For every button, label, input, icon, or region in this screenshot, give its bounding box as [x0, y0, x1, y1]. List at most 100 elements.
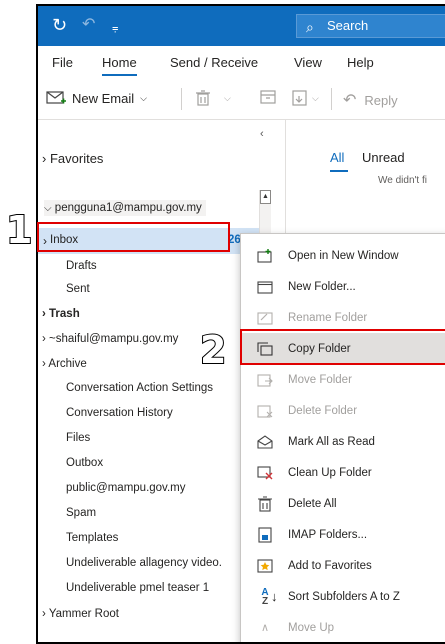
folder-item-undeliverable-allagency[interactable]: Undeliverable allagency video. — [66, 557, 222, 569]
ribbon: New Email ⌵ ⌵ ⌵ ↶ Reply — [38, 78, 445, 120]
scroll-up-button[interactable]: ▲ — [260, 190, 271, 204]
open-window-icon — [256, 247, 274, 265]
menu-item-label: Copy Folder — [288, 342, 351, 355]
chevron-right-icon: › — [43, 234, 47, 248]
folder-item-spam[interactable]: Spam — [66, 507, 96, 519]
menu-item-clean-up-folder[interactable]: Clean Up Folder — [241, 457, 445, 488]
menu-item-new-folder[interactable]: New Folder... — [241, 271, 445, 302]
clean-up-icon — [256, 464, 274, 482]
folder-item-inbox[interactable]: › Inbox 2620 — [38, 228, 259, 254]
menu-item-label: Sort Subfolders A to Z — [288, 590, 400, 603]
tab-send-receive[interactable]: Send / Receive — [170, 55, 258, 70]
account-label: pengguna1@mampu.gov.my — [54, 202, 202, 214]
folder-context-menu: Open in New Window New Folder... Rename … — [240, 233, 445, 642]
folder-item-sent[interactable]: Sent — [66, 283, 90, 295]
folder-item-archive[interactable]: › Archive — [42, 358, 87, 370]
search-icon: ⌕ — [306, 19, 314, 35]
folder-item-yammer-root[interactable]: › Yammer Root — [42, 608, 119, 620]
move-to-folder-icon — [292, 90, 307, 106]
shared-mailbox-label: ~shaiful@mampu.gov.my — [49, 333, 179, 345]
sort-arrow-icon: ↓ — [271, 589, 278, 604]
menu-item-imap-folders[interactable]: IMAP Folders... — [241, 519, 445, 550]
menu-item-mark-all-as-read[interactable]: Mark All as Read — [241, 426, 445, 457]
search-box[interactable]: ⌕ Search — [296, 14, 445, 38]
yammer-root-label: Yammer Root — [48, 608, 119, 620]
filter-unread-tab[interactable]: Unread — [362, 150, 405, 165]
folder-item-drafts[interactable]: Drafts — [66, 260, 97, 272]
filter-all-underline — [330, 170, 348, 172]
undo-icon[interactable]: ↶ — [82, 15, 95, 35]
rename-folder-icon — [256, 309, 274, 327]
chevron-right-icon: › — [42, 608, 46, 620]
outlook-window: ↻ ↶ ⩦ ⌕ Search File Home Send / Receive … — [36, 4, 445, 644]
favorites-label: Favorites — [49, 151, 104, 166]
quick-access-dropdown-icon[interactable]: ⩦ — [112, 18, 118, 38]
menu-item-label: Delete Folder — [288, 404, 358, 417]
chevron-down-icon[interactable]: ⌵ — [224, 93, 231, 104]
menu-item-delete-all[interactable]: Delete All — [241, 488, 445, 519]
chevron-down-icon[interactable]: ⌵ — [140, 93, 147, 104]
chevron-down-icon[interactable]: ⌵ — [312, 93, 319, 104]
menu-item-label: Open in New Window — [288, 249, 399, 262]
menu-item-label: Delete All — [288, 497, 337, 510]
menu-item-label: Clean Up Folder — [288, 466, 372, 479]
menu-item-move-up[interactable]: ∧ Move Up — [241, 612, 445, 642]
chevron-right-icon: › — [42, 333, 46, 345]
trash-label: Trash — [49, 308, 80, 320]
menu-item-sort-subfolders[interactable]: AZ ↓ Sort Subfolders A to Z — [241, 581, 445, 612]
reply-icon: ↶ — [343, 92, 357, 109]
step-2-marker: 2 — [199, 328, 227, 372]
imap-icon — [256, 526, 274, 544]
folder-item-public[interactable]: public@mampu.gov.my — [66, 482, 185, 494]
folder-item-outbox[interactable]: Outbox — [66, 457, 103, 469]
title-bar: ↻ ↶ ⩦ ⌕ Search — [38, 6, 445, 46]
folder-item-conversation-action-settings[interactable]: Conversation Action Settings — [66, 382, 213, 394]
sync-icon[interactable]: ↻ — [52, 15, 67, 35]
folder-item-undeliverable-pmel[interactable]: Undeliverable pmel teaser 1 — [66, 582, 209, 594]
menu-item-open-in-new-window[interactable]: Open in New Window — [241, 240, 445, 271]
collapse-pane-icon[interactable]: ‹ — [260, 128, 264, 140]
folder-item-files[interactable]: Files — [66, 432, 90, 444]
delete-folder-icon — [256, 402, 274, 420]
step-1-marker: 1 — [5, 208, 33, 252]
new-email-button[interactable]: New Email ⌵ — [46, 90, 147, 106]
menu-item-label: Rename Folder — [288, 311, 368, 324]
move-button[interactable]: ⌵ — [292, 90, 319, 106]
tab-home[interactable]: Home — [102, 55, 137, 76]
folder-item-conversation-history[interactable]: Conversation History — [66, 407, 173, 419]
tab-help[interactable]: Help — [347, 55, 374, 70]
folder-item-templates[interactable]: Templates — [66, 532, 118, 544]
new-email-label: New Email — [72, 90, 135, 106]
menu-item-label: Mark All as Read — [288, 435, 375, 448]
delete-button[interactable]: ⌵ — [196, 90, 231, 106]
filter-all-tab[interactable]: All — [330, 150, 344, 165]
folder-item-shared-shaiful[interactable]: › ~shaiful@mampu.gov.my — [42, 333, 178, 345]
folder-item-trash[interactable]: › Trash — [42, 308, 80, 320]
mark-read-icon — [256, 433, 274, 451]
empty-folder-message: We didn't fi — [378, 175, 427, 186]
archive-icon — [260, 90, 276, 104]
chevron-right-icon: › — [42, 151, 47, 166]
menu-item-add-to-favorites[interactable]: Add to Favorites — [241, 550, 445, 581]
menu-item-label: IMAP Folders... — [288, 528, 368, 541]
favorites-header[interactable]: › Favorites — [42, 151, 103, 166]
chevron-right-icon: › — [42, 308, 46, 320]
tab-view[interactable]: View — [294, 55, 322, 70]
menu-item-rename-folder[interactable]: Rename Folder — [241, 302, 445, 333]
menu-item-delete-folder[interactable]: Delete Folder — [241, 395, 445, 426]
menu-item-label: Move Folder — [288, 373, 352, 386]
account-header[interactable]: ⌵ pengguna1@mampu.gov.my — [44, 200, 206, 216]
menu-item-copy-folder[interactable]: Copy Folder — [241, 333, 445, 364]
chevron-right-icon: › — [42, 358, 46, 370]
menu-item-move-folder[interactable]: Move Folder — [241, 364, 445, 395]
archive-button[interactable] — [260, 90, 276, 104]
delete-all-icon — [256, 495, 274, 513]
tab-file[interactable]: File — [52, 55, 73, 70]
chevron-down-icon: ⌵ — [44, 203, 52, 214]
move-up-icon: ∧ — [260, 622, 270, 634]
reply-button[interactable]: ↶ Reply — [343, 90, 398, 110]
ribbon-divider — [181, 88, 182, 110]
search-placeholder: Search — [327, 18, 369, 33]
inbox-label: Inbox — [50, 234, 79, 246]
move-folder-icon — [256, 371, 274, 389]
